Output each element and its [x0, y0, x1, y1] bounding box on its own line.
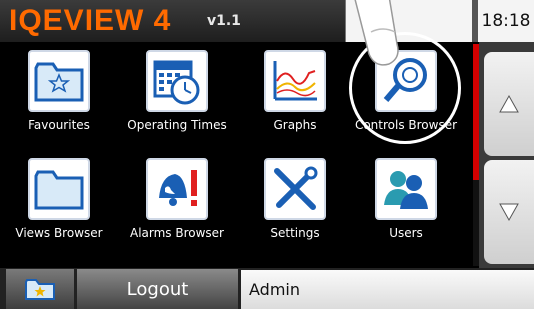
tile-views-browser[interactable]: Views Browser [0, 158, 118, 240]
scroll-down-button[interactable] [484, 160, 534, 264]
tile-label: Views Browser [15, 226, 103, 240]
app-logo: IQEVIEW 4 [9, 4, 172, 37]
clock: 18:18 [478, 0, 534, 42]
tile-label: Settings [270, 226, 320, 240]
users-icon [375, 158, 437, 220]
scroll-up-button[interactable] [484, 52, 534, 156]
pointing-finger-icon [354, 0, 399, 66]
tile-label: Operating Times [127, 118, 227, 132]
wrench-screwdriver-icon [264, 158, 326, 220]
tile-alarms-browser[interactable]: Alarms Browser [118, 158, 236, 240]
tile-label: Alarms Browser [129, 226, 224, 240]
current-user: Admin [241, 270, 534, 309]
arrow-down-icon [499, 203, 519, 222]
tile-users[interactable]: Users [347, 158, 465, 240]
folder-star-icon [28, 50, 90, 112]
version-label: v1.1 [207, 13, 241, 29]
bell-alarm-icon [146, 158, 208, 220]
logout-button[interactable]: Logout [77, 269, 238, 309]
tile-favourites[interactable]: Favourites [0, 50, 118, 132]
line-graph-icon [264, 50, 326, 112]
tile-label: Users [389, 226, 423, 240]
tile-settings[interactable]: Settings [236, 158, 354, 240]
folder-star-icon [25, 279, 55, 300]
tile-label: Graphs [273, 118, 317, 132]
tile-operating-times[interactable]: Operating Times [118, 50, 236, 132]
favourites-button[interactable] [6, 269, 74, 309]
calendar-clock-icon [146, 50, 208, 112]
tile-label: Favourites [28, 118, 90, 132]
folder-icon [28, 158, 90, 220]
title-bar: IQEVIEW 4 v1.1 18:18 [0, 0, 534, 42]
arrow-up-icon [499, 94, 519, 113]
